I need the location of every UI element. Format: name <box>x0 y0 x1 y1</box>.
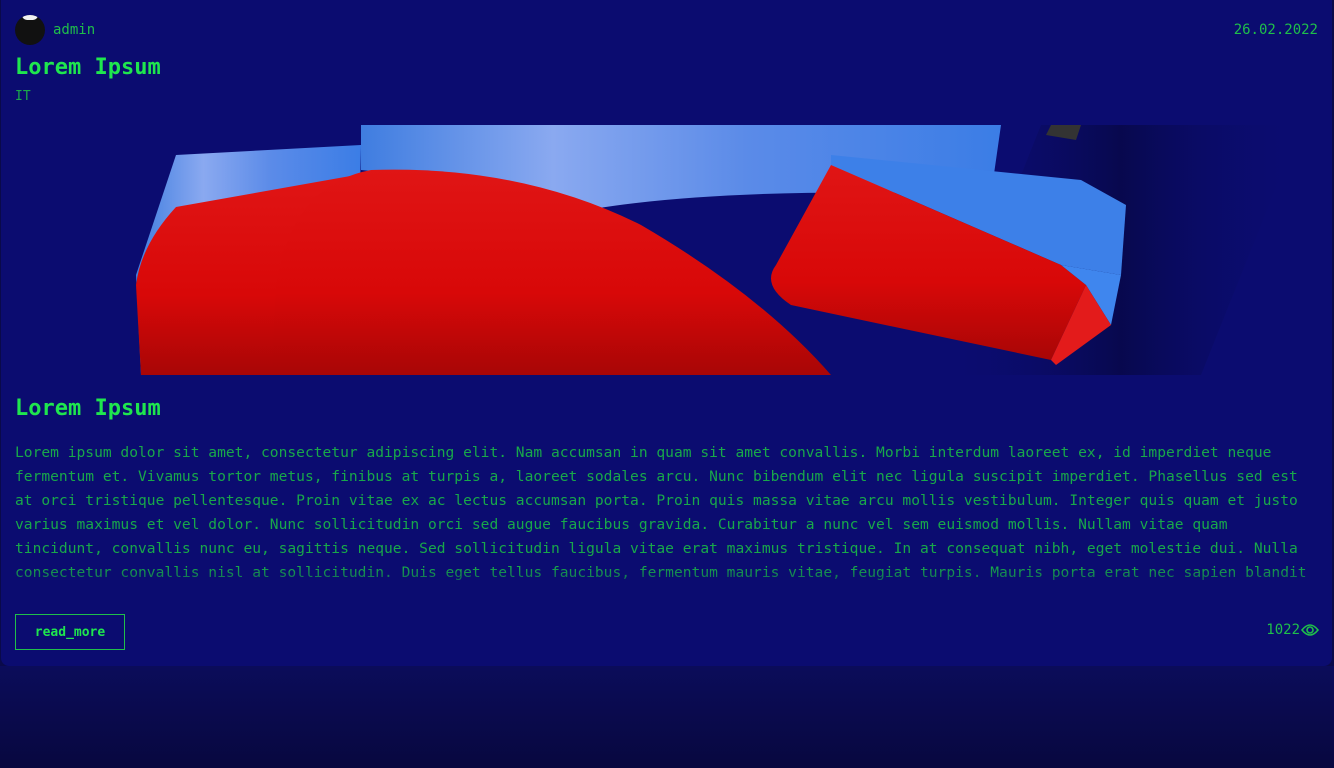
red-blue-3d-logo-icon <box>136 125 1301 375</box>
page-background <box>0 666 1334 768</box>
views-count: 1022 <box>1266 622 1300 638</box>
post-card: admin 26.02.2022 Lorem Ipsum IT Lorem Ip… <box>1 0 1332 666</box>
content-title: Lorem Ipsum <box>15 396 161 421</box>
post-meta-bar: admin 26.02.2022 <box>15 14 1318 45</box>
post-date: 26.02.2022 <box>1233 21 1318 38</box>
post-excerpt: Lorem ipsum dolor sit amet, consectetur … <box>15 444 1307 581</box>
read-more-button[interactable]: read_more <box>15 614 125 650</box>
views-counter: 1022 <box>1266 622 1319 638</box>
author-name[interactable]: admin <box>53 22 95 38</box>
author[interactable]: admin <box>15 14 95 45</box>
eye-icon <box>1301 624 1319 636</box>
post-hero-image[interactable] <box>1 125 1332 375</box>
post-category[interactable]: IT <box>15 89 31 104</box>
post-title[interactable]: Lorem Ipsum <box>15 55 161 80</box>
avatar[interactable] <box>15 14 45 45</box>
